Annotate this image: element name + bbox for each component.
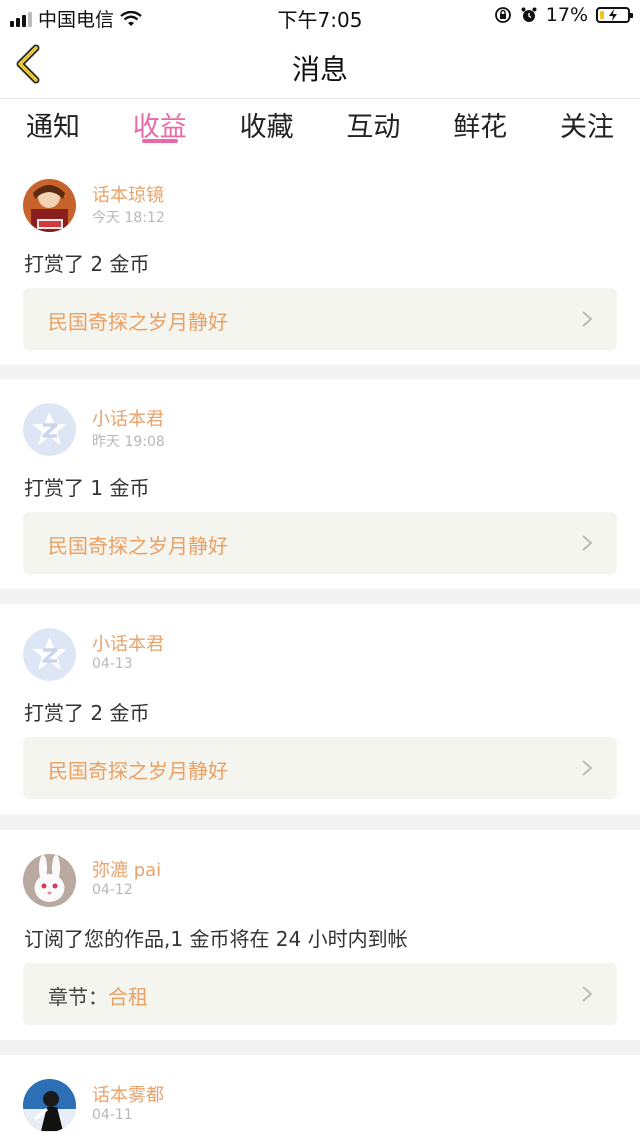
chevron-right-icon (582, 535, 593, 551)
timestamp: 昨天 19:08 (92, 434, 165, 450)
lock-rotation-icon (494, 7, 511, 23)
username[interactable]: 话本琼镜 (92, 181, 164, 207)
work-link[interactable]: 民国奇探之岁月静好 (23, 737, 617, 799)
avatar[interactable] (23, 1079, 76, 1132)
status-bar: 中国电信 下午7:05 17% (0, 0, 640, 32)
timestamp: 04-12 (92, 882, 133, 898)
message-card: 小话本君 昨天 19:08 打赏了 1 金币 民国奇探之岁月静好 (0, 379, 640, 589)
tab-earnings[interactable]: 收益 (131, 99, 189, 155)
avatar[interactable] (23, 403, 76, 456)
back-button[interactable] (10, 42, 50, 86)
action-text: 打赏了 2 金币 (24, 701, 150, 725)
tab-flowers[interactable]: 鲜花 (451, 99, 509, 155)
chevron-right-icon (582, 986, 593, 1002)
default-avatar-icon (23, 403, 76, 456)
username[interactable]: 小话本君 (92, 405, 164, 431)
cartoon-avatar-icon (23, 179, 76, 232)
chevron-right-icon (582, 311, 593, 327)
battery-icon (596, 7, 633, 23)
work-title: 民国奇探之岁月静好 (48, 759, 228, 783)
action-text: 打赏了 2 金币 (24, 252, 150, 276)
battery-level (600, 11, 604, 19)
username[interactable]: 话本雾都 (92, 1081, 164, 1107)
page-title: 消息 (291, 53, 348, 86)
chapter-link[interactable]: 章节：合租 (23, 963, 617, 1025)
default-avatar-icon (23, 628, 76, 681)
alarm-icon (521, 7, 537, 22)
chapter-title: 章节：合租 (48, 981, 148, 1010)
timestamp: 今天 18:12 (92, 210, 165, 226)
battery-percent: 17% (545, 4, 588, 26)
bunny-avatar-icon (23, 854, 76, 907)
message-card: 弥漉 pai 04-12 订阅了您的作品,1 金币将在 24 小时内到帐 章节：… (0, 830, 640, 1040)
chapter-name: 合租 (108, 985, 148, 1009)
tab-interactions[interactable]: 互动 (344, 99, 402, 155)
tab-favorites[interactable]: 收藏 (238, 99, 296, 155)
avatar[interactable] (23, 628, 76, 681)
photo-avatar-icon (23, 1079, 76, 1132)
work-link[interactable]: 民国奇探之岁月静好 (23, 288, 617, 350)
chevron-right-icon (582, 760, 593, 776)
username[interactable]: 弥漉 pai (92, 856, 161, 882)
tab-following[interactable]: 关注 (558, 99, 616, 155)
timestamp: 04-13 (92, 656, 133, 672)
tab-bar: 通知 收益 收藏 互动 鲜花 关注 (0, 99, 640, 155)
message-card: 话本琼镜 今天 18:12 打赏了 2 金币 民国奇探之岁月静好 (0, 155, 640, 365)
work-link[interactable]: 民国奇探之岁月静好 (23, 512, 617, 574)
work-title: 民国奇探之岁月静好 (48, 310, 228, 334)
tab-notify[interactable]: 通知 (24, 99, 82, 155)
navbar: 消息 (0, 32, 640, 99)
avatar[interactable] (23, 179, 76, 232)
action-text: 打赏了 1 金币 (24, 476, 150, 500)
action-text: 订阅了您的作品,1 金币将在 24 小时内到帐 (24, 927, 408, 951)
username[interactable]: 小话本君 (92, 630, 164, 656)
work-title: 民国奇探之岁月静好 (48, 534, 228, 558)
chevron-left-icon (16, 44, 40, 84)
message-card: 小话本君 04-13 打赏了 2 金币 民国奇探之岁月静好 (0, 604, 640, 814)
timestamp: 04-11 (92, 1107, 133, 1123)
message-card: 话本雾都 04-11 (0, 1055, 640, 1138)
chapter-prefix: 章节： (48, 985, 108, 1009)
avatar[interactable] (23, 854, 76, 907)
